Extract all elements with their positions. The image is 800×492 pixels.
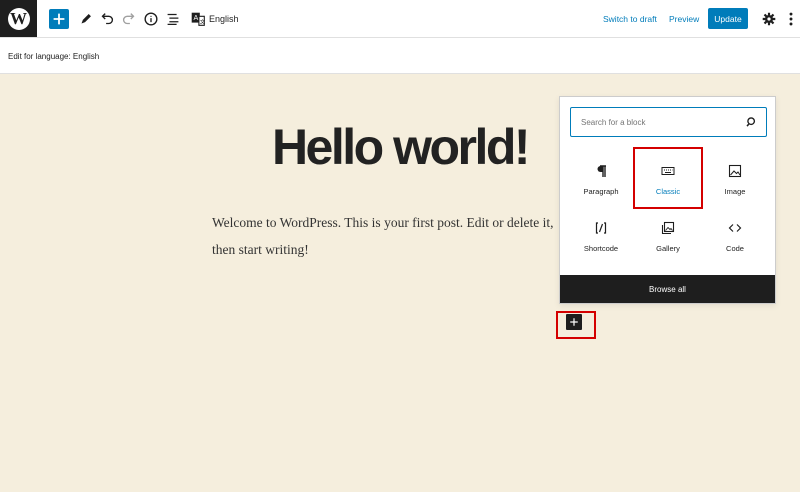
settings-button[interactable] bbox=[759, 9, 779, 29]
block-paragraph[interactable]: Paragraph bbox=[568, 151, 634, 206]
language-notice-text: Edit for language: English bbox=[8, 52, 100, 61]
svg-text:A: A bbox=[194, 13, 199, 22]
edit-tools-button[interactable] bbox=[76, 9, 96, 29]
plus-icon bbox=[53, 13, 65, 25]
block-classic-label: Classic bbox=[655, 187, 681, 196]
language-notice-bar: Edit for language: English bbox=[0, 38, 800, 74]
undo-button[interactable] bbox=[97, 9, 117, 29]
block-shortcode-label: Shortcode bbox=[583, 244, 619, 253]
more-options-button[interactable] bbox=[781, 9, 800, 29]
switch-to-draft-button[interactable]: Switch to draft bbox=[603, 14, 657, 24]
language-button[interactable]: A文 bbox=[188, 9, 208, 29]
update-button[interactable]: Update bbox=[708, 8, 748, 29]
gear-icon bbox=[762, 12, 776, 26]
translate-icon: A文 bbox=[191, 12, 206, 26]
block-gallery-label: Gallery bbox=[656, 244, 680, 253]
more-vertical-icon bbox=[789, 12, 793, 26]
browse-all-button[interactable]: Browse all bbox=[560, 275, 775, 303]
block-search-box bbox=[570, 107, 767, 137]
post-paragraph[interactable]: Welcome to WordPress. This is your first… bbox=[212, 209, 572, 263]
list-view-icon bbox=[167, 13, 179, 26]
block-image[interactable]: Image bbox=[702, 151, 768, 206]
code-icon bbox=[728, 220, 742, 236]
block-search-input[interactable] bbox=[571, 108, 741, 136]
top-toolbar: W A文 English Switch to draft Preview Upd… bbox=[0, 0, 800, 38]
block-code-label: Code bbox=[726, 244, 744, 253]
image-icon bbox=[728, 163, 742, 179]
info-icon bbox=[144, 12, 158, 26]
block-classic[interactable]: Classic bbox=[635, 151, 701, 206]
wordpress-logo-icon[interactable]: W bbox=[0, 0, 37, 37]
paragraph-icon bbox=[594, 163, 608, 179]
redo-icon bbox=[122, 13, 135, 25]
language-label[interactable]: English bbox=[209, 14, 239, 24]
block-shortcode[interactable]: Shortcode bbox=[568, 208, 634, 263]
block-code[interactable]: Code bbox=[702, 208, 768, 263]
plus-icon bbox=[570, 318, 578, 326]
details-button[interactable] bbox=[141, 9, 161, 29]
block-inserter-popover: Paragraph Classic Image Shortcode Galler… bbox=[559, 96, 776, 304]
block-gallery[interactable]: Gallery bbox=[635, 208, 701, 263]
keyboard-icon bbox=[661, 163, 675, 179]
pencil-icon bbox=[81, 14, 91, 24]
block-image-label: Image bbox=[724, 187, 746, 196]
add-block-button[interactable] bbox=[49, 9, 69, 29]
undo-icon bbox=[101, 13, 114, 25]
redo-button[interactable] bbox=[119, 9, 139, 29]
inline-add-block-button[interactable] bbox=[566, 314, 582, 330]
block-paragraph-label: Paragraph bbox=[583, 187, 619, 196]
preview-button[interactable]: Preview bbox=[669, 14, 699, 24]
search-icon bbox=[746, 117, 756, 127]
svg-text:文: 文 bbox=[200, 18, 206, 26]
gallery-icon bbox=[661, 220, 675, 236]
list-view-button[interactable] bbox=[163, 9, 183, 29]
shortcode-icon bbox=[594, 220, 608, 236]
